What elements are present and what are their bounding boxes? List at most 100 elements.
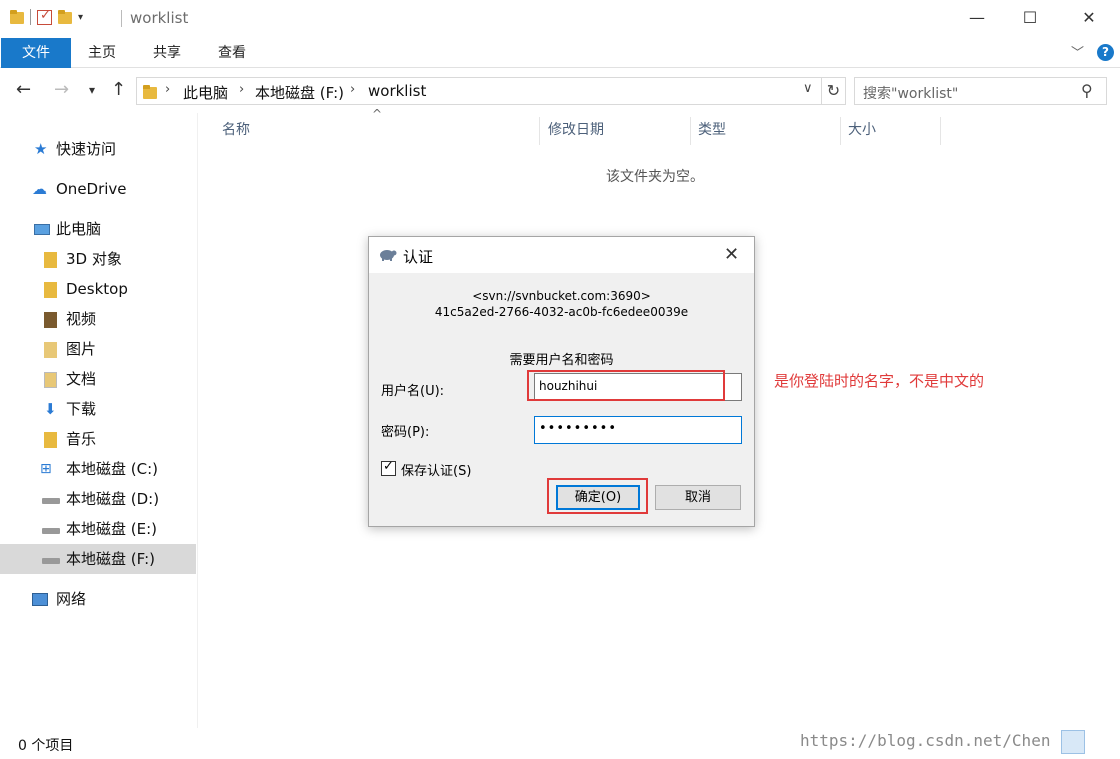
username-label: 用户名(U): (381, 384, 445, 399)
sidebar-item-label: 本地磁盘 (E:) (66, 520, 158, 538)
navigation-pane: ★ 快速访问 ☁ OneDrive 此电脑 3D 对象 Desktop 视频 图… (0, 113, 198, 728)
server-url: <svn://svnbucket.com:3690> (472, 289, 651, 303)
tab-file[interactable]: 文件 (1, 38, 71, 68)
sidebar-item-label: 本地磁盘 (C:) (66, 460, 158, 478)
breadcrumb-drive-f[interactable]: 本地磁盘 (F:) (255, 82, 344, 103)
sidebar-item-label: 下载 (66, 400, 97, 418)
sidebar-item-quick-access[interactable]: ★ 快速访问 (0, 134, 196, 164)
drive-icon (42, 498, 60, 504)
maximize-button[interactable]: ☐ (1018, 8, 1042, 30)
sidebar-item-label: 视频 (66, 310, 97, 328)
search-icon[interactable]: ⚲ (1081, 81, 1093, 100)
cancel-button[interactable]: 取消 (655, 485, 741, 510)
title-divider (121, 10, 122, 27)
column-date-modified[interactable]: 修改日期 (548, 117, 604, 147)
breadcrumb-this-pc[interactable]: 此电脑 (183, 82, 228, 103)
sidebar-item-drive-f[interactable]: 本地磁盘 (F:) (0, 544, 196, 574)
sidebar-item-drive-d[interactable]: 本地磁盘 (D:) (0, 484, 196, 514)
customize-toolbar-icon[interactable]: ▾ (78, 12, 83, 23)
dialog-close-icon[interactable]: ✕ (724, 244, 739, 265)
tab-view[interactable]: 查看 (218, 38, 246, 68)
tab-home[interactable]: 主页 (88, 38, 116, 68)
refresh-icon[interactable]: ↻ (821, 78, 845, 104)
tab-share[interactable]: 共享 (153, 38, 181, 68)
recent-locations-icon[interactable]: ▾ (89, 83, 95, 97)
sidebar-item-label: 快速访问 (56, 140, 117, 158)
sidebar-item-3d-objects[interactable]: 3D 对象 (0, 244, 196, 274)
sidebar-item-documents[interactable]: 文档 (0, 364, 196, 394)
dialog-title: 认证 (403, 248, 434, 266)
search-input[interactable]: 搜索"worklist" ⚲ (854, 77, 1107, 105)
sidebar-item-pictures[interactable]: 图片 (0, 334, 196, 364)
column-type[interactable]: 类型 (698, 117, 726, 147)
back-icon[interactable]: ← (16, 79, 31, 100)
sidebar-item-desktop[interactable]: Desktop (0, 274, 196, 304)
folder-3d-icon (44, 252, 57, 268)
ribbon-tabs: 文件 主页 共享 查看 ﹀ ? (0, 38, 1120, 68)
sidebar-item-label: 3D 对象 (66, 250, 122, 268)
computer-icon (34, 224, 50, 235)
breadcrumb-chevron-icon[interactable]: › (239, 82, 244, 97)
save-credentials-checkbox[interactable] (381, 459, 396, 476)
column-size[interactable]: 大小 (848, 117, 876, 147)
drive-icon (42, 558, 60, 564)
expand-ribbon-icon[interactable]: ﹀ (1071, 42, 1084, 61)
new-folder-icon[interactable] (58, 9, 72, 25)
column-divider[interactable] (690, 117, 691, 145)
drive-icon (42, 528, 60, 534)
windows-drive-icon: ⊞ (40, 461, 52, 477)
search-placeholder: 搜索"worklist" (863, 86, 959, 102)
help-icon[interactable]: ? (1097, 44, 1114, 61)
item-count: 0 个项目 (18, 738, 74, 754)
sidebar-item-label: Desktop (66, 280, 128, 298)
breadcrumb-worklist[interactable]: worklist (368, 82, 426, 100)
sidebar-item-drive-e[interactable]: 本地磁盘 (E:) (0, 514, 196, 544)
annotation-text: 是你登陆时的名字，不是中文的 (774, 372, 985, 390)
sidebar-item-network[interactable]: 网络 (0, 584, 196, 614)
password-field[interactable]: ••••••••• (534, 416, 742, 444)
column-divider[interactable] (940, 117, 941, 145)
sidebar-item-label: 文档 (66, 370, 97, 388)
sidebar-item-label: 本地磁盘 (D:) (66, 490, 160, 508)
credentials-prompt: 需要用户名和密码 (509, 353, 614, 368)
network-icon (32, 593, 48, 606)
status-bar: 0 个项目 https://blog.csdn.net/Chen (0, 728, 1120, 759)
sidebar-item-label: 图片 (66, 340, 97, 358)
sidebar-item-videos[interactable]: 视频 (0, 304, 196, 334)
sidebar-item-label: 本地磁盘 (F:) (66, 550, 155, 568)
forward-icon[interactable]: → (54, 79, 69, 100)
quick-access-toolbar: ▾ (10, 8, 83, 25)
column-divider[interactable] (840, 117, 841, 145)
sidebar-item-onedrive[interactable]: ☁ OneDrive (0, 174, 196, 204)
sidebar-item-this-pc[interactable]: 此电脑 (0, 214, 196, 244)
folder-icon (10, 9, 24, 25)
large-icons-view-icon[interactable] (1090, 730, 1114, 754)
sidebar-item-label: 此电脑 (56, 220, 102, 238)
folder-downloads-icon: ⬇ (44, 400, 57, 418)
address-dropdown-icon[interactable]: ∨ (803, 81, 813, 96)
breadcrumb-chevron-icon[interactable]: › (165, 82, 170, 97)
sidebar-item-music[interactable]: 音乐 (0, 424, 196, 454)
properties-icon[interactable] (37, 8, 52, 25)
sidebar-item-drive-c[interactable]: ⊞ 本地磁盘 (C:) (0, 454, 196, 484)
save-credentials-label[interactable]: 保存认证(S) (401, 460, 471, 479)
toolbar-divider (30, 9, 31, 25)
sidebar-item-label: 网络 (56, 590, 87, 608)
minimize-button[interactable]: — (965, 8, 989, 30)
ok-highlight-box (547, 478, 648, 514)
star-icon: ★ (34, 140, 48, 158)
sidebar-item-downloads[interactable]: ⬇ 下载 (0, 394, 196, 424)
folder-documents-icon (44, 372, 57, 388)
details-view-icon[interactable] (1061, 730, 1085, 754)
breadcrumb-chevron-icon[interactable]: › (350, 82, 355, 97)
address-bar[interactable]: › 此电脑 › 本地磁盘 (F:) › worklist ∨ ↻ (136, 77, 846, 105)
column-name[interactable]: 名称 (222, 117, 250, 147)
repository-uuid: 41c5a2ed-2766-4032-ac0b-fc6edee0039e (434, 305, 689, 319)
up-icon[interactable]: ↑ (111, 79, 126, 100)
folder-pictures-icon (44, 342, 57, 358)
username-highlight-box (527, 370, 725, 401)
column-divider[interactable] (539, 117, 540, 145)
close-button[interactable]: ✕ (1077, 8, 1101, 30)
sidebar-item-label: 音乐 (66, 430, 97, 448)
folder-icon (143, 84, 157, 100)
